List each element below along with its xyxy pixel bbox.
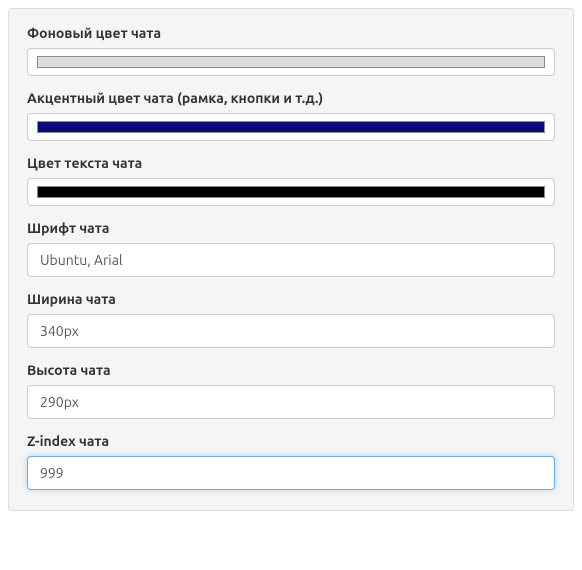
label-text-color: Цвет текста чата <box>27 155 555 171</box>
field-accent-color: Акцентный цвет чата (рамка, кнопки и т.д… <box>27 90 555 141</box>
field-zindex: Z-index чата <box>27 433 555 490</box>
color-picker-text[interactable] <box>27 178 555 206</box>
field-bg-color: Фоновый цвет чата <box>27 25 555 76</box>
chat-settings-panel: Фоновый цвет чата Акцентный цвет чата (р… <box>8 8 574 511</box>
input-height[interactable] <box>27 385 555 419</box>
label-width: Ширина чата <box>27 291 555 307</box>
color-picker-bg[interactable] <box>27 48 555 76</box>
label-accent-color: Акцентный цвет чата (рамка, кнопки и т.д… <box>27 90 555 106</box>
field-text-color: Цвет текста чата <box>27 155 555 206</box>
input-zindex[interactable] <box>27 456 555 490</box>
input-font[interactable] <box>27 243 555 277</box>
input-width[interactable] <box>27 314 555 348</box>
field-height: Высота чата <box>27 362 555 419</box>
color-swatch-text <box>37 186 545 198</box>
color-picker-accent[interactable] <box>27 113 555 141</box>
label-height: Высота чата <box>27 362 555 378</box>
field-width: Ширина чата <box>27 291 555 348</box>
color-swatch-accent <box>37 121 545 133</box>
label-bg-color: Фоновый цвет чата <box>27 25 555 41</box>
label-zindex: Z-index чата <box>27 433 555 449</box>
label-font: Шрифт чата <box>27 220 555 236</box>
color-swatch-bg <box>37 56 545 68</box>
field-font: Шрифт чата <box>27 220 555 277</box>
